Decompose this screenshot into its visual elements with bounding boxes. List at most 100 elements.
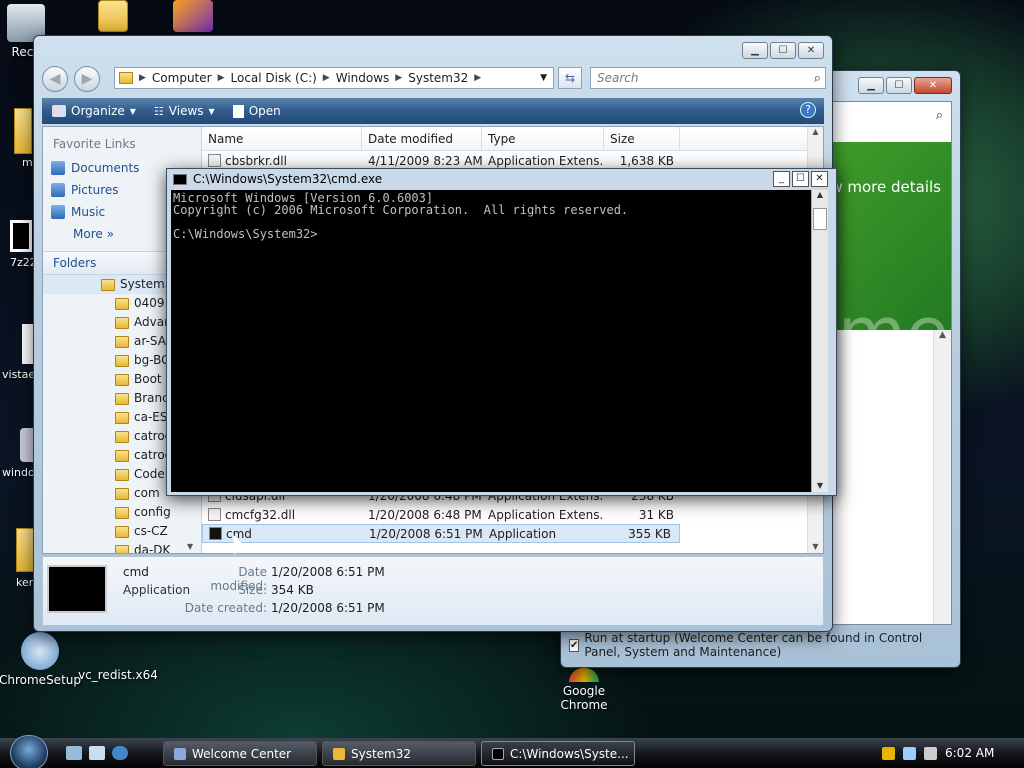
breadcrumb-local-disk[interactable]: Local Disk (C:)	[231, 71, 317, 85]
cmd-title: C:\Windows\System32\cmd.exe	[193, 172, 383, 186]
console-output[interactable]: Microsoft Windows [Version 6.0.6003] Copy…	[171, 190, 811, 492]
minimize-button[interactable]: ▁	[858, 77, 884, 94]
show-more-details-link[interactable]: w more details	[830, 178, 941, 196]
command-toolbar: Organize ▼ ☷ Views ▼ Open ?	[42, 98, 824, 124]
file-type: Application Extens...	[488, 153, 604, 168]
tree-item[interactable]: da-DK	[43, 541, 202, 553]
console-line: Copyright (c) 2006 Microsoft Corporation…	[173, 203, 629, 217]
breadcrumb-system32[interactable]: System32	[408, 71, 468, 85]
scroll-up-arrow-icon[interactable]: ▲	[808, 127, 823, 136]
details-size: Size: 354 KB	[183, 583, 503, 597]
address-bar[interactable]: ▶ Computer ▶ Local Disk (C:) ▶ Windows ▶…	[114, 67, 554, 89]
welcome-search-icon[interactable]: ⌕	[936, 108, 943, 123]
clock[interactable]: 6:02 AM	[945, 746, 994, 760]
favorite-links-title: Favorite Links	[53, 137, 136, 151]
task-cmd[interactable]: C:\Windows\Syste...	[481, 741, 635, 766]
scroll-down-arrow-icon[interactable]: ▼	[812, 481, 828, 490]
tree-item[interactable]: cs-CZ	[43, 522, 202, 541]
maximize-button[interactable]: ☐	[792, 171, 809, 187]
close-button[interactable]: ✕	[798, 42, 824, 59]
maximize-button[interactable]: ☐	[886, 77, 912, 94]
breadcrumb-separator-icon[interactable]: ▶	[474, 73, 481, 83]
favorite-label: Documents	[71, 161, 140, 175]
file-row[interactable]: cmcfg32.dll 1/20/2008 6:48 PM Applicatio…	[202, 505, 823, 524]
tree-item-label: Advar	[134, 315, 170, 329]
close-button[interactable]: ✕	[811, 171, 828, 187]
cmd-scrollbar[interactable]: ▲ ▼	[811, 190, 828, 492]
search-icon[interactable]: ⌕	[814, 69, 821, 89]
file-row-selected[interactable]: cmd 1/20/2008 6:51 PM Application 355 KB	[202, 524, 680, 543]
scroll-thumb[interactable]	[813, 208, 827, 230]
cmd-window[interactable]: C:\Windows\System32\cmd.exe _ ☐ ✕ Micros…	[166, 168, 837, 496]
minimize-button[interactable]: _	[773, 171, 790, 187]
scroll-up-arrow-icon[interactable]: ▲	[934, 330, 951, 340]
show-desktop-icon[interactable]	[66, 746, 82, 760]
desktop-label: vistae	[2, 368, 36, 381]
switch-windows-icon[interactable]	[89, 746, 105, 760]
search-input[interactable]: Search ⌕	[590, 67, 826, 89]
help-button[interactable]: ?	[800, 102, 816, 118]
desktop-label: ker	[16, 576, 34, 589]
column-name[interactable]: Name	[202, 127, 362, 150]
back-button[interactable]: ◀	[42, 66, 68, 92]
favorite-label: Pictures	[71, 183, 119, 197]
refresh-button[interactable]: ⇆	[558, 67, 582, 89]
desktop-app-icon[interactable]	[158, 0, 228, 35]
breadcrumb-separator-icon[interactable]: ▶	[323, 73, 330, 83]
tree-item-label: Branc	[134, 391, 169, 405]
internet-explorer-icon[interactable]	[112, 746, 128, 760]
breadcrumb-computer[interactable]: Computer	[152, 71, 212, 85]
task-system32[interactable]: System32	[322, 741, 476, 766]
breadcrumb-separator-icon[interactable]: ▶	[139, 73, 146, 83]
breadcrumb-windows[interactable]: Windows	[336, 71, 390, 85]
start-button[interactable]	[10, 735, 48, 768]
folder-image	[14, 108, 32, 154]
organize-button[interactable]: Organize ▼	[52, 104, 136, 118]
column-date-modified[interactable]: Date modified	[362, 127, 482, 150]
tree-item-label: cs-CZ	[134, 524, 168, 538]
tree-scroll-down-icon[interactable]: ▼	[187, 542, 193, 551]
breadcrumb-separator-icon[interactable]: ▶	[395, 73, 402, 83]
network-icon[interactable]	[903, 746, 916, 760]
dll-file-icon	[208, 153, 221, 167]
cmd-title-bar[interactable]: C:\Windows\System32\cmd.exe	[167, 169, 836, 189]
folder-icon	[115, 525, 129, 538]
run-at-startup-option[interactable]: ✔ Run at startup (Welcome Center can be …	[569, 631, 960, 659]
run-at-startup-checkbox[interactable]: ✔	[569, 638, 580, 652]
details-file-type: Application	[123, 583, 191, 597]
google-chrome-icon[interactable]: Google Chrome	[542, 668, 626, 712]
volume-icon[interactable]	[924, 746, 937, 760]
folder-icon	[115, 297, 129, 310]
chromesetup-icon[interactable]: ChromeSetup	[0, 632, 82, 687]
breadcrumb-separator-icon[interactable]: ▶	[218, 73, 225, 83]
cmd-app-icon	[209, 526, 222, 540]
scroll-down-arrow-icon[interactable]: ▼	[808, 542, 823, 551]
folder-icon	[115, 411, 129, 424]
task-welcome-center[interactable]: Welcome Center	[163, 741, 317, 766]
views-button[interactable]: ☷ Views ▼	[154, 104, 215, 118]
open-button[interactable]: Open	[232, 104, 281, 118]
security-shield-icon[interactable]	[882, 746, 895, 760]
minimize-button[interactable]: ▁	[742, 42, 768, 59]
forward-button[interactable]: ▶	[74, 66, 100, 92]
desktop-item-m[interactable]: m	[14, 108, 33, 169]
desktop-folder-icon[interactable]	[78, 0, 148, 35]
close-button[interactable]: ✕	[914, 77, 952, 94]
desktop-label: windo	[2, 466, 35, 479]
welcome-scrollbar[interactable]: ▲	[933, 330, 951, 624]
column-type[interactable]: Type	[482, 127, 604, 150]
tree-item[interactable]: config	[43, 503, 202, 522]
vc-redist-icon[interactable]: vc_redist.x64	[76, 668, 160, 682]
address-dropdown-icon[interactable]: ▼	[540, 73, 547, 83]
maximize-button[interactable]: ☐	[770, 42, 796, 59]
desktop-item-ker[interactable]: ker	[16, 528, 34, 589]
folder-icon	[115, 354, 129, 367]
folder-icon	[115, 392, 129, 405]
scroll-up-arrow-icon[interactable]: ▲	[812, 190, 828, 199]
double-chevron-icon: »	[106, 227, 114, 241]
dll-file-icon	[208, 507, 221, 521]
column-size[interactable]: Size	[604, 127, 680, 150]
cmd-caption-buttons: _ ☐ ✕	[773, 171, 828, 187]
open-icon	[232, 104, 244, 118]
details-file-name: cmd	[123, 565, 149, 579]
